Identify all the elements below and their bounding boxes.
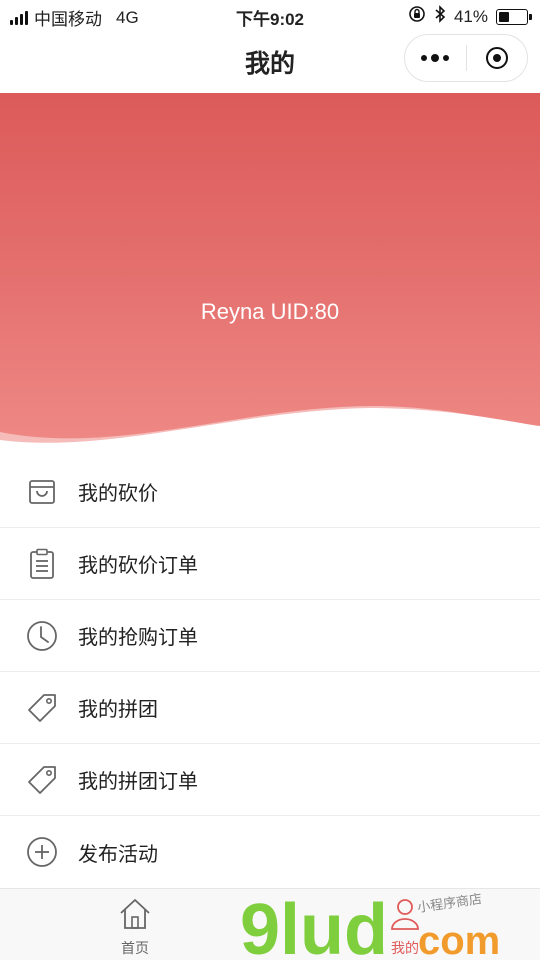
bluetooth-icon [434, 5, 446, 28]
menu-item-label: 我的砍价订单 [78, 555, 198, 577]
menu-item-group-buy-orders[interactable]: 我的拼团订单 [0, 744, 540, 816]
clock-icon [24, 618, 60, 654]
plus-circle-icon [24, 834, 60, 870]
rotation-lock-icon [408, 5, 426, 28]
menu-item-my-bargain[interactable]: 我的砍价 [0, 456, 540, 528]
tab-bar: 首页 我的 [0, 888, 540, 960]
tag-icon [24, 690, 60, 726]
menu-item-label: 我的抢购订单 [78, 627, 198, 649]
menu-item-label: 发布活动 [78, 843, 158, 866]
menu-item-bargain-orders[interactable]: 我的砍价订单 [0, 528, 540, 600]
clipboard-list-icon [24, 546, 60, 582]
menu-item-label: 我的拼团 [78, 699, 158, 721]
menu-item-label: 我的拼团订单 [78, 771, 198, 793]
battery-icon [496, 8, 532, 25]
header-wave [0, 405, 540, 454]
battery-percent: 41% [453, 6, 488, 26]
profile-header: Reyna UID:80 [0, 93, 540, 454]
menu-item-label: 我的砍价 [78, 483, 158, 505]
tag-icon [24, 762, 60, 798]
tab-home[interactable]: 首页 [75, 897, 195, 958]
more-dots-icon [421, 54, 450, 62]
menu-list: 我的砍价 我的砍价订单 我的抢购订单 我的拼团 我的拼团订单 发布活动 [0, 456, 540, 888]
target-icon [485, 47, 508, 69]
tab-label: 首页 [121, 940, 149, 956]
nav-bar: 我的 [0, 30, 540, 92]
tab-label: 我的 [391, 940, 419, 956]
battery-fill [499, 11, 510, 22]
menu-item-flash-sale-orders[interactable]: 我的抢购订单 [0, 600, 540, 672]
shopping-bag-icon [24, 474, 60, 510]
menu-item-group-buy[interactable]: 我的拼团 [0, 672, 540, 744]
more-button[interactable] [405, 35, 466, 81]
status-bar: 中国移动 4G 下午9:02 41% [0, 0, 540, 30]
miniprogram-capsule [404, 34, 528, 82]
status-right: 41% [408, 5, 532, 28]
menu-item-publish-activity[interactable]: 发布活动 [0, 816, 540, 888]
user-info: Reyna UID:80 [200, 299, 340, 324]
home-icon [117, 899, 153, 935]
tab-mine[interactable]: 我的 [345, 897, 465, 958]
close-miniprogram-button[interactable] [467, 35, 528, 81]
user-icon [387, 899, 423, 935]
